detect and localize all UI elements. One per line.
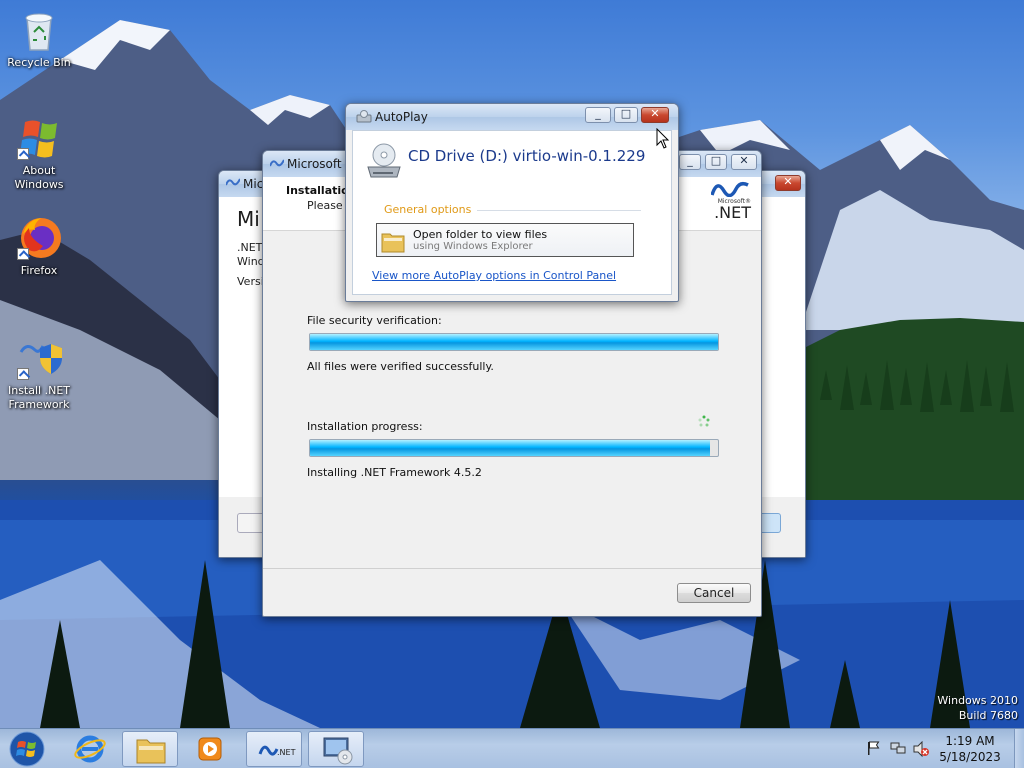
close-icon: ✕ bbox=[739, 154, 749, 167]
mouse-cursor-icon bbox=[656, 127, 670, 150]
back-line: .NET bbox=[237, 241, 263, 254]
cancel-button[interactable]: Cancel bbox=[677, 583, 751, 603]
cd-drive-icon bbox=[365, 141, 403, 181]
clock-time: 1:19 AM bbox=[945, 734, 995, 748]
dotnet-small-icon bbox=[225, 177, 241, 189]
shortcut-arrow-icon bbox=[17, 148, 29, 160]
minimize-icon: _ bbox=[595, 107, 601, 120]
close-button[interactable]: ✕ bbox=[641, 107, 669, 123]
close-icon: ✕ bbox=[650, 107, 660, 120]
busy-spinner-icon bbox=[697, 415, 711, 429]
start-button[interactable] bbox=[6, 729, 48, 768]
dotnet-installer-icon: .NET bbox=[258, 745, 296, 757]
action-center-flag-icon[interactable] bbox=[866, 741, 880, 755]
taskbar-autoplay[interactable] bbox=[308, 731, 364, 767]
desktop-icon-label: Firefox bbox=[20, 264, 58, 277]
option-title: Open folder to view files bbox=[413, 228, 548, 241]
autoplay-control-panel-link[interactable]: View more AutoPlay options in Control Pa… bbox=[372, 269, 616, 282]
internet-explorer-icon bbox=[74, 735, 106, 763]
title-bar[interactable]: AutoPlay _ □ ✕ bbox=[346, 104, 678, 130]
close-icon: ✕ bbox=[783, 175, 793, 188]
watermark-line1: Windows 2010 bbox=[937, 694, 1018, 707]
close-button[interactable]: ✕ bbox=[731, 154, 757, 170]
minimize-button[interactable]: _ bbox=[679, 154, 701, 170]
install-label: Installation progress: bbox=[307, 420, 423, 433]
option-subtitle: using Windows Explorer bbox=[413, 241, 533, 252]
windows-logo-icon bbox=[15, 114, 63, 162]
dotnet-small-icon bbox=[269, 158, 285, 170]
install-status: Installing .NET Framework 4.5.2 bbox=[307, 466, 482, 479]
window-title: Microsoft .I bbox=[287, 157, 353, 171]
recycle-bin-icon bbox=[15, 6, 63, 54]
drive-title: CD Drive (D:) virtio-win-0.1.229 bbox=[408, 147, 646, 165]
security-status: All files were verified successfully. bbox=[307, 360, 494, 373]
taskbar-clock[interactable]: 1:19 AM 5/18/2023 bbox=[928, 733, 1012, 765]
desktop-icon-label: Install .NET Framework bbox=[7, 384, 70, 411]
window-title: AutoPlay bbox=[375, 110, 428, 124]
window-title: Mic bbox=[243, 177, 264, 191]
shortcut-arrow-icon bbox=[17, 368, 29, 380]
taskbar: .NET 1:19 AM 5/18/2023 bbox=[0, 728, 1024, 768]
header-title: Installatio bbox=[286, 184, 349, 197]
install-progress-fill bbox=[310, 440, 710, 456]
autoplay-small-icon bbox=[356, 110, 372, 124]
network-icon[interactable] bbox=[890, 741, 906, 755]
watermark-line2: Build 7680 bbox=[958, 709, 1018, 722]
folder-icon bbox=[380, 228, 406, 254]
back-line: Wind bbox=[237, 255, 265, 268]
back-right-button[interactable] bbox=[759, 513, 781, 533]
minimize-icon: _ bbox=[687, 154, 693, 167]
desktop-icon-firefox[interactable]: Firefox bbox=[1, 214, 77, 278]
maximize-icon: □ bbox=[620, 107, 632, 120]
dotnet-wave-icon bbox=[710, 181, 749, 198]
maximize-icon: □ bbox=[710, 154, 722, 167]
os-watermark: Windows 2010 Build 7680 bbox=[937, 693, 1018, 723]
firefox-icon bbox=[15, 214, 63, 262]
open-folder-option[interactable]: Open folder to view files using Windows … bbox=[376, 223, 634, 257]
back-lines: .NET Wind Versi bbox=[237, 241, 265, 289]
show-desktop-button[interactable] bbox=[1014, 729, 1024, 768]
install-progress-bar bbox=[309, 439, 719, 457]
desktop-icon-install-dotnet[interactable]: Install .NET Framework bbox=[1, 334, 77, 412]
dotnet-shield-icon bbox=[15, 334, 63, 382]
section-divider bbox=[477, 210, 641, 211]
desktop-icon-label: Recycle Bin bbox=[7, 56, 71, 69]
media-player-icon bbox=[198, 737, 222, 761]
start-orb-icon bbox=[9, 731, 45, 767]
section-heading: General options bbox=[384, 203, 472, 216]
folder-icon bbox=[136, 739, 166, 764]
taskbar-internet-explorer[interactable] bbox=[62, 731, 118, 767]
back-heading: Mi bbox=[237, 207, 260, 231]
autoplay-body: CD Drive (D:) virtio-win-0.1.229 General… bbox=[352, 130, 672, 295]
desktop-icon-about-windows[interactable]: About Windows bbox=[1, 114, 77, 192]
taskbar-windows-explorer[interactable] bbox=[122, 731, 178, 767]
security-label: File security verification: bbox=[307, 314, 442, 327]
maximize-button[interactable]: □ bbox=[614, 107, 638, 123]
security-progress-bar bbox=[309, 333, 719, 351]
maximize-button[interactable]: □ bbox=[705, 154, 727, 170]
svg-text:.NET: .NET bbox=[277, 748, 296, 757]
taskbar-media-player[interactable] bbox=[182, 731, 238, 767]
shortcut-arrow-icon bbox=[17, 248, 29, 260]
taskbar-dotnet-installer[interactable]: .NET bbox=[246, 731, 302, 767]
footer-divider bbox=[263, 568, 761, 569]
dotnet-logo: Microsoft® .NET bbox=[710, 181, 751, 227]
minimize-button[interactable]: _ bbox=[585, 107, 611, 123]
autoplay-window[interactable]: AutoPlay _ □ ✕ CD Drive (D:) virtio-win-… bbox=[345, 103, 679, 302]
computer-cd-icon bbox=[323, 737, 353, 765]
desktop-icon-recycle-bin[interactable]: Recycle Bin bbox=[1, 6, 77, 70]
logo-big-text: .NET bbox=[714, 203, 751, 222]
clock-date: 5/18/2023 bbox=[939, 750, 1001, 764]
security-progress-fill bbox=[310, 334, 718, 350]
close-button[interactable]: ✕ bbox=[775, 175, 801, 191]
desktop-icon-label: About Windows bbox=[14, 164, 64, 191]
back-line: Versi bbox=[237, 275, 264, 288]
